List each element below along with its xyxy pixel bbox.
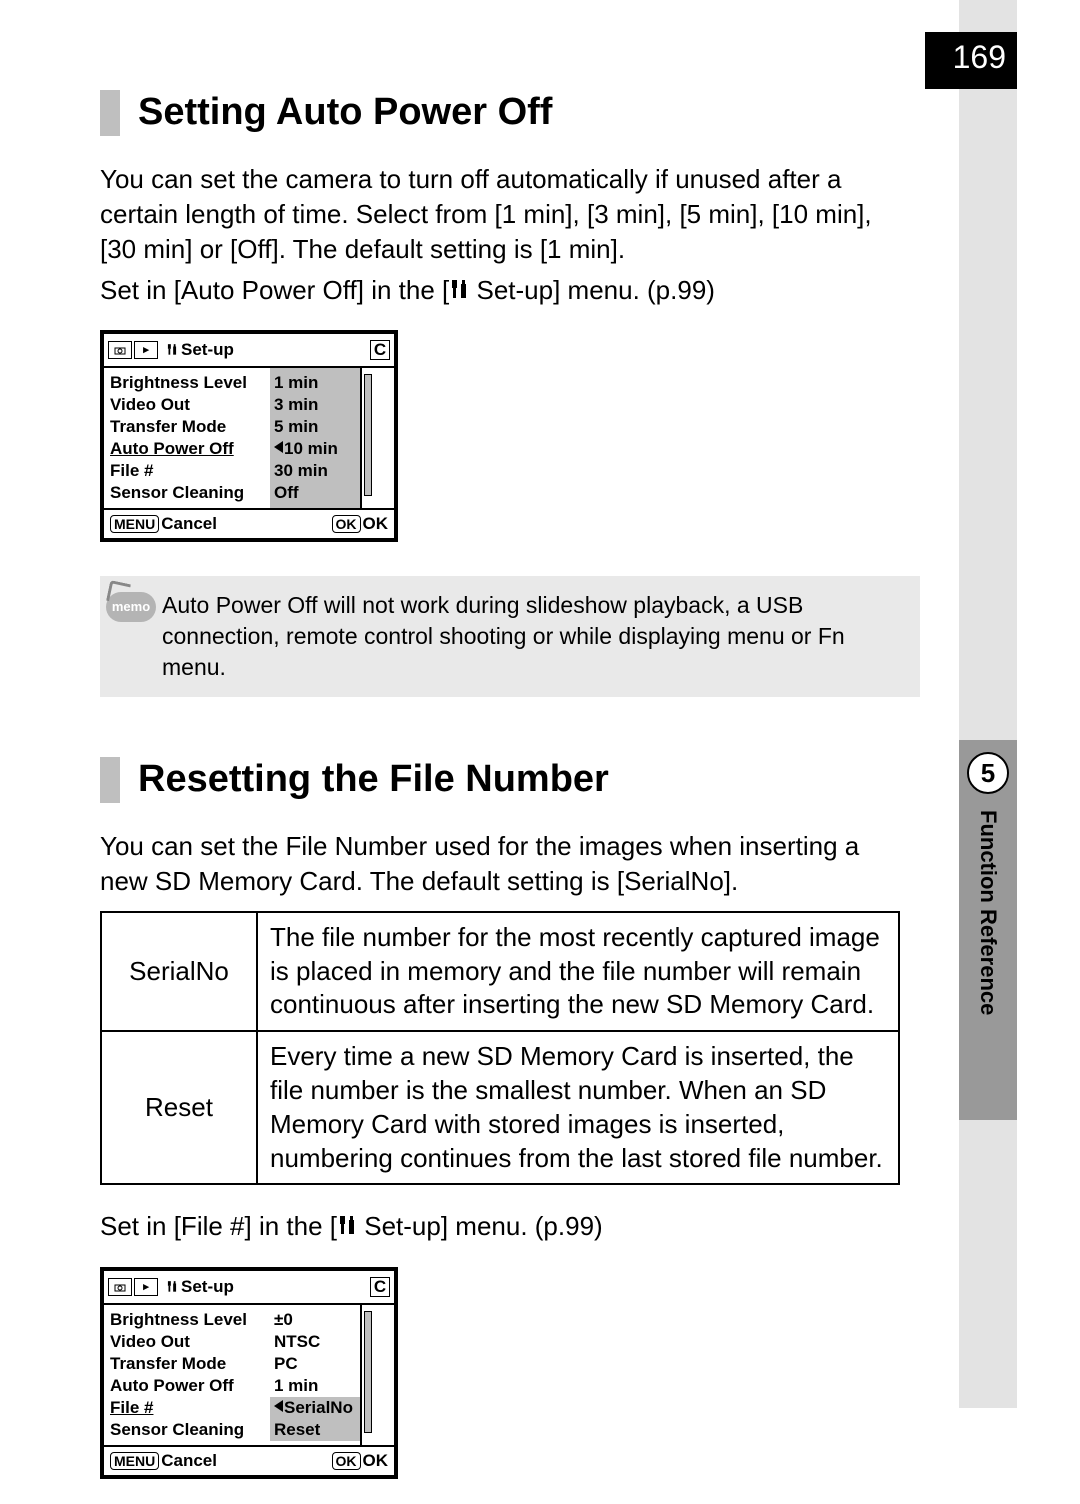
scrollbar bbox=[360, 1305, 374, 1445]
setup-tool-icon bbox=[449, 278, 469, 302]
menu-value: NTSC bbox=[270, 1331, 360, 1353]
lcd-tab-bar: ▸ Set-up C bbox=[104, 1271, 394, 1305]
scrollbar bbox=[360, 368, 374, 508]
text-fragment: Set-up] menu. (p.99) bbox=[357, 1211, 603, 1241]
menu-item: File # bbox=[110, 460, 270, 482]
side-background-strip bbox=[959, 0, 1017, 1408]
lcd-menu-labels: Brightness Level Video Out Transfer Mode… bbox=[104, 1305, 270, 1445]
memo-text: Auto Power Off will not work during slid… bbox=[162, 590, 910, 683]
custom-tab-icon: C bbox=[370, 1277, 390, 1297]
menu-value: 5 min bbox=[270, 416, 360, 438]
page-number: 169 bbox=[925, 32, 1017, 89]
menu-button-icon: MENU bbox=[110, 515, 159, 533]
memo-icon: memo bbox=[100, 590, 162, 683]
body-text: Set in [Auto Power Off] in the [ Set-up]… bbox=[100, 273, 900, 308]
menu-value: 1 min bbox=[270, 1375, 360, 1397]
menu-item: Brightness Level bbox=[110, 372, 270, 394]
chapter-number: 5 bbox=[967, 752, 1009, 794]
playback-icon: ▸ bbox=[134, 1278, 158, 1296]
menu-value: 30 min bbox=[270, 460, 360, 482]
text-fragment: Set in [File #] in the [ bbox=[100, 1211, 337, 1241]
left-arrow-icon bbox=[274, 1400, 283, 1412]
menu-value: Off bbox=[270, 482, 360, 504]
setup-menu-screenshot-2: ▸ Set-up C Brightness Level Video Out Tr… bbox=[100, 1267, 398, 1479]
section-heading-file-number: Resetting the File Number bbox=[100, 757, 900, 803]
setup-tool-icon bbox=[166, 1280, 178, 1294]
lcd-tab-title: Set-up bbox=[181, 340, 234, 360]
menu-button-icon: MENU bbox=[110, 1452, 159, 1470]
menu-item: Transfer Mode bbox=[110, 1353, 270, 1375]
menu-item: Transfer Mode bbox=[110, 416, 270, 438]
lcd-menu-labels: Brightness Level Video Out Transfer Mode… bbox=[104, 368, 270, 508]
table-row: SerialNo The file number for the most re… bbox=[101, 912, 899, 1031]
setup-tool-icon bbox=[337, 1214, 357, 1238]
menu-value-selected: SerialNo bbox=[270, 1397, 360, 1419]
term-cell: Reset bbox=[101, 1031, 257, 1184]
cancel-label: Cancel bbox=[161, 1451, 217, 1470]
ok-button-icon: OK bbox=[332, 1452, 361, 1470]
menu-item-selected: Auto Power Off bbox=[110, 438, 270, 460]
camera-icon bbox=[108, 341, 132, 359]
lcd-tab-bar: ▸ Set-up C bbox=[104, 334, 394, 368]
camera-icon bbox=[108, 1278, 132, 1296]
custom-tab-icon: C bbox=[370, 340, 390, 360]
file-number-table: SerialNo The file number for the most re… bbox=[100, 911, 900, 1186]
body-text: You can set the camera to turn off autom… bbox=[100, 162, 900, 267]
menu-value: PC bbox=[270, 1353, 360, 1375]
ok-label: OK bbox=[363, 1451, 389, 1470]
memo-label: memo bbox=[106, 592, 156, 622]
menu-value: 3 min bbox=[270, 394, 360, 416]
value-text: 10 min bbox=[284, 439, 338, 458]
setup-menu-screenshot-1: ▸ Set-up C Brightness Level Video Out Tr… bbox=[100, 330, 398, 542]
menu-value: ±0 bbox=[270, 1309, 360, 1331]
lcd-footer: MENUCancel OKOK bbox=[104, 1445, 394, 1475]
menu-item: Brightness Level bbox=[110, 1309, 270, 1331]
body-text: Set in [File #] in the [ Set-up] menu. (… bbox=[100, 1209, 900, 1244]
menu-value-selected: 10 min bbox=[270, 438, 360, 460]
menu-item-selected: File # bbox=[110, 1397, 270, 1419]
table-row: Reset Every time a new SD Memory Card is… bbox=[101, 1031, 899, 1184]
desc-cell: Every time a new SD Memory Card is inser… bbox=[257, 1031, 899, 1184]
menu-value: 1 min bbox=[270, 372, 360, 394]
cancel-label: Cancel bbox=[161, 514, 217, 533]
chapter-label: Function Reference bbox=[975, 804, 1001, 1015]
text-fragment: Set-up] menu. (p.99) bbox=[469, 275, 715, 305]
lcd-footer: MENUCancel OKOK bbox=[104, 508, 394, 538]
ok-label: OK bbox=[363, 514, 389, 533]
menu-item: Video Out bbox=[110, 394, 270, 416]
lcd-menu-values: 1 min 3 min 5 min 10 min 30 min Off bbox=[270, 368, 360, 508]
lcd-tab-title: Set-up bbox=[181, 1277, 234, 1297]
term-cell: SerialNo bbox=[101, 912, 257, 1031]
chapter-tab: 5 Function Reference bbox=[959, 740, 1017, 1120]
menu-value: Reset bbox=[270, 1419, 360, 1441]
body-text: You can set the File Number used for the… bbox=[100, 829, 900, 899]
memo-note: memo Auto Power Off will not work during… bbox=[100, 576, 920, 697]
menu-item: Video Out bbox=[110, 1331, 270, 1353]
desc-cell: The file number for the most recently ca… bbox=[257, 912, 899, 1031]
left-arrow-icon bbox=[274, 441, 283, 453]
value-text: SerialNo bbox=[284, 1398, 353, 1417]
playback-icon: ▸ bbox=[134, 341, 158, 359]
menu-item: Sensor Cleaning bbox=[110, 1419, 270, 1441]
menu-item: Sensor Cleaning bbox=[110, 482, 270, 504]
lcd-menu-values: ±0 NTSC PC 1 min SerialNo Reset bbox=[270, 1305, 360, 1445]
ok-button-icon: OK bbox=[332, 515, 361, 533]
setup-tool-icon bbox=[166, 343, 178, 357]
section-heading-auto-power-off: Setting Auto Power Off bbox=[100, 90, 900, 136]
menu-item: Auto Power Off bbox=[110, 1375, 270, 1397]
text-fragment: Set in [Auto Power Off] in the [ bbox=[100, 275, 449, 305]
